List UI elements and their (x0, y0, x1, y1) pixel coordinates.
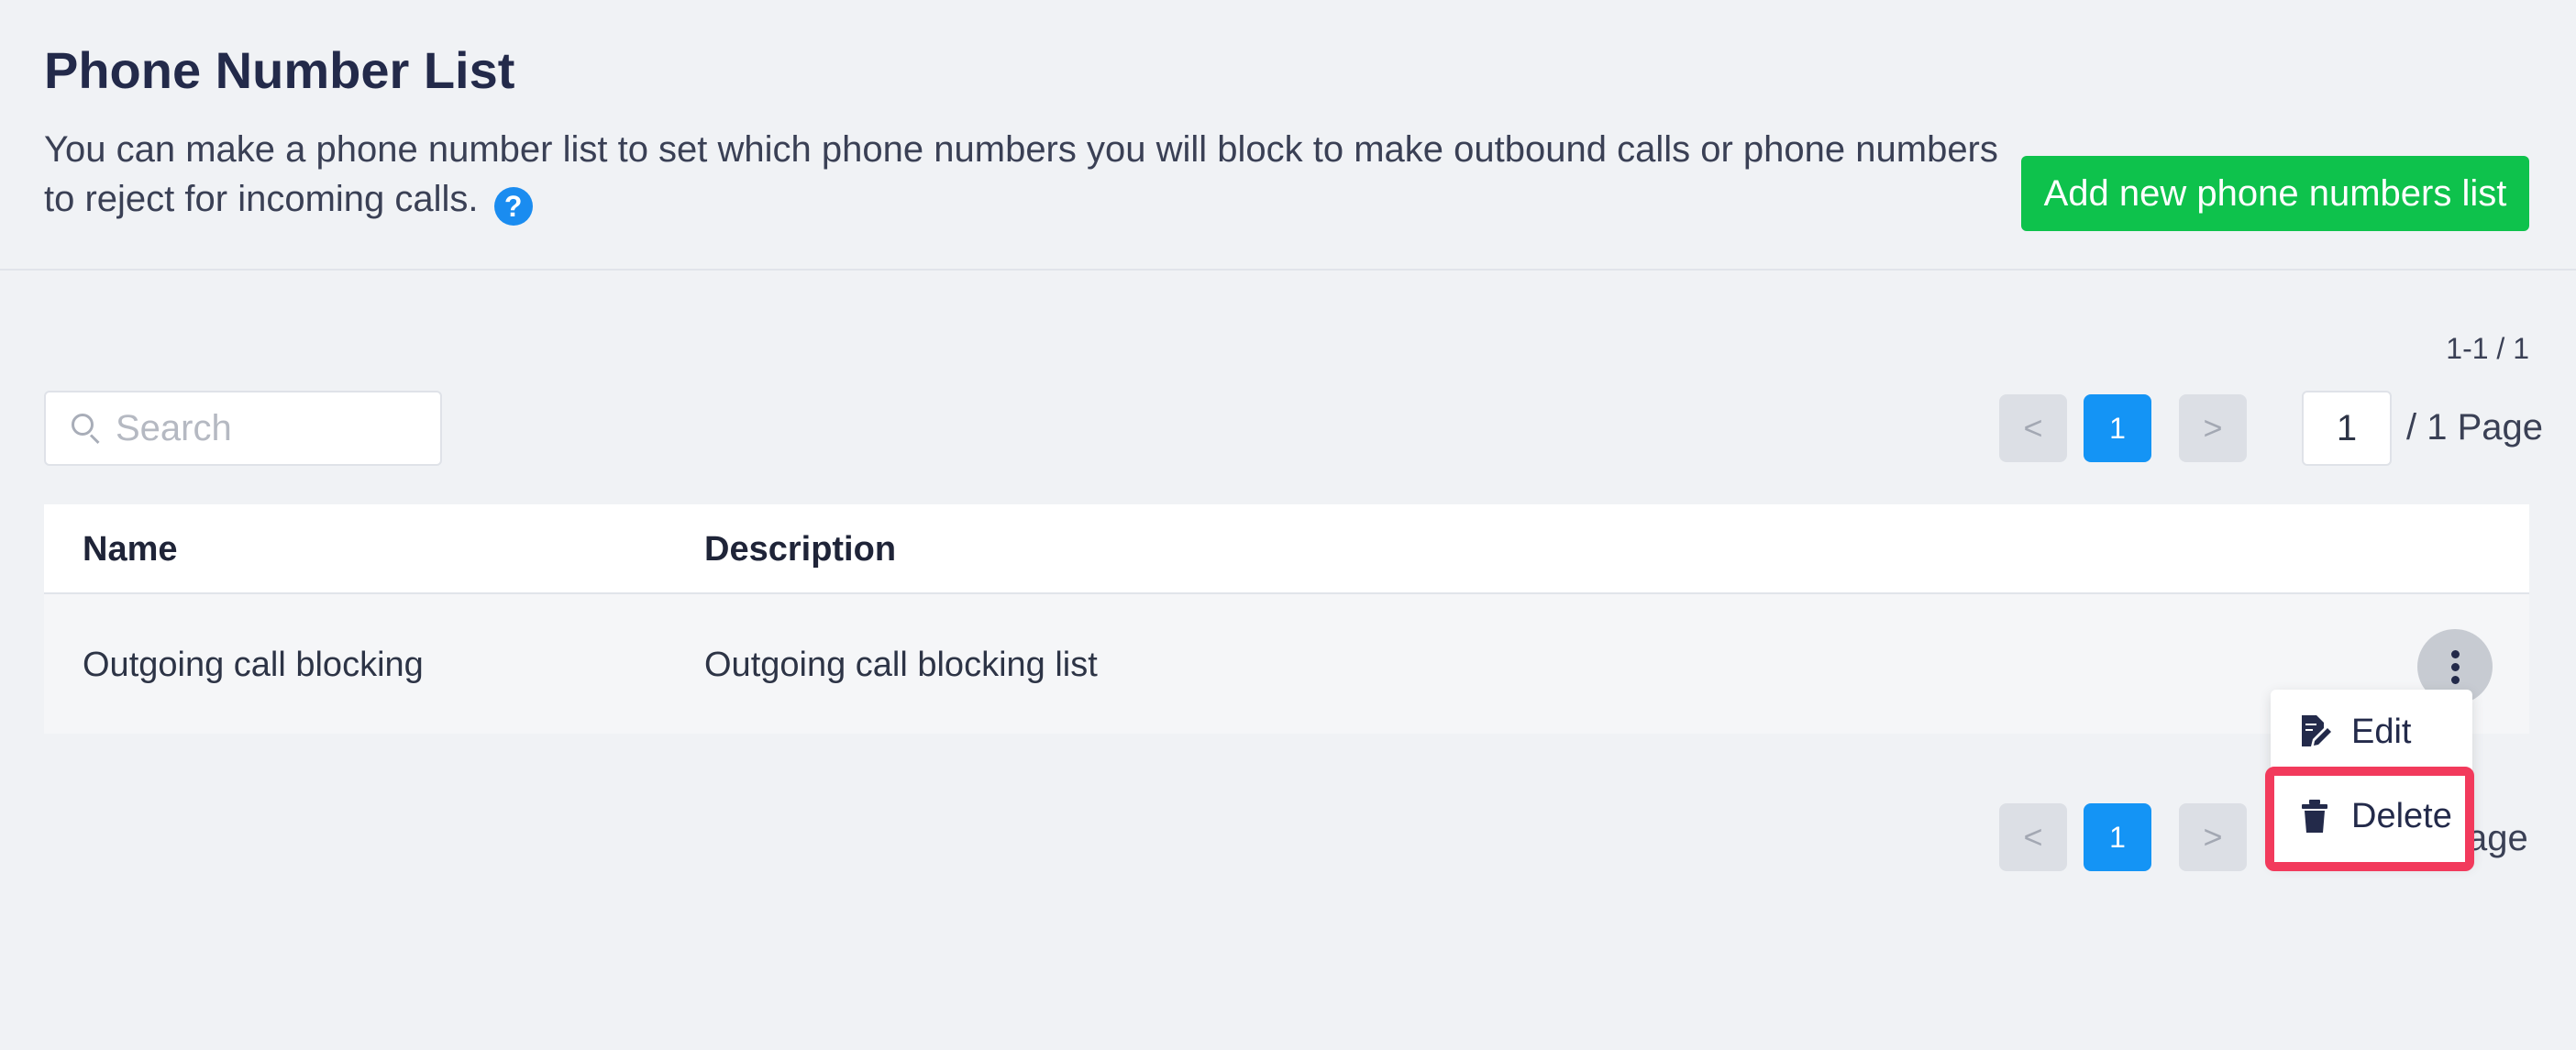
bottom-page-total-label: age (2467, 818, 2528, 858)
help-icon[interactable]: ? (493, 187, 533, 226)
table-header: Name Description (44, 504, 2529, 594)
menu-item-edit[interactable]: Edit (2271, 695, 2472, 768)
prev-page-button[interactable]: < (1999, 394, 2067, 462)
bottom-prev-page-button[interactable]: < (1999, 803, 2067, 871)
kebab-dot (2450, 649, 2460, 658)
next-page-button[interactable]: > (2179, 394, 2247, 462)
search-icon (70, 412, 103, 445)
description-text: You can make a phone number list to set … (44, 129, 1998, 219)
kebab-dot (2450, 675, 2460, 684)
menu-item-delete[interactable]: Delete (2271, 779, 2472, 853)
row-actions-menu: Edit Delete (2271, 690, 2472, 864)
edit-icon (2302, 715, 2331, 746)
add-phone-list-button[interactable]: Add new phone numbers list (2021, 156, 2529, 231)
page-title: Phone Number List (44, 41, 515, 99)
page-number-input[interactable]: 1 (2302, 391, 2392, 466)
bottom-page-1-button[interactable]: 1 (2084, 803, 2151, 871)
menu-item-label: Delete (2351, 796, 2452, 835)
range-count: 1-1 / 1 (2446, 332, 2529, 365)
bottom-next-page-button[interactable]: > (2179, 803, 2247, 871)
row-name: Outgoing call blocking (83, 646, 424, 684)
kebab-dot (2450, 662, 2460, 671)
column-header-name: Name (83, 530, 178, 569)
page-header: Phone Number List You can make a phone n… (0, 0, 2576, 271)
page-1-button[interactable]: 1 (2084, 394, 2151, 462)
menu-item-label: Edit (2351, 712, 2412, 751)
page-total-label: / 1 Page (2406, 407, 2544, 448)
row-description: Outgoing call blocking list (704, 646, 1098, 684)
table-row[interactable]: Outgoing call blocking Outgoing call blo… (44, 594, 2529, 734)
trash-icon (2302, 800, 2327, 833)
search-box[interactable] (44, 391, 442, 466)
page-description: You can make a phone number list to set … (44, 125, 2007, 226)
search-input[interactable] (116, 407, 427, 449)
column-header-description: Description (704, 530, 897, 569)
